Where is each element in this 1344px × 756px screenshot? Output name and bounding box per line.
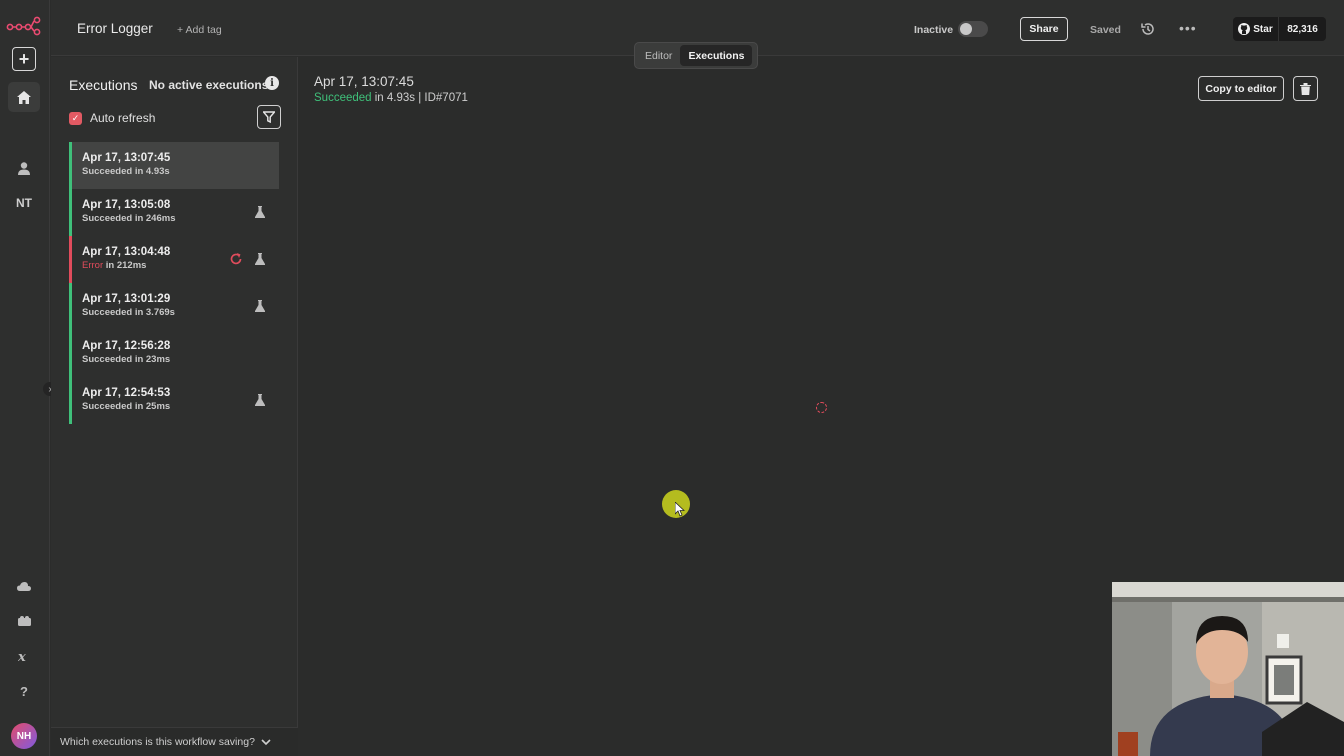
execution-detail-date: Apr 17, 13:07:45: [314, 74, 414, 89]
github-icon: [1238, 23, 1251, 35]
test-flask-icon: [255, 206, 265, 218]
github-star-button[interactable]: Star 82,316: [1233, 17, 1326, 41]
delete-execution-button[interactable]: [1293, 76, 1318, 101]
app-window: + NT › x ? NH Error Logger + Add tag Ina…: [0, 0, 1344, 756]
svg-text:x: x: [18, 650, 26, 662]
gift-icon[interactable]: [13, 610, 35, 632]
activate-toggle[interactable]: [958, 21, 988, 37]
toggle-knob: [960, 23, 972, 35]
active-status-label: Inactive: [914, 24, 954, 36]
github-star-segment[interactable]: Star: [1233, 17, 1279, 41]
view-tabs: Editor Executions: [634, 42, 758, 69]
no-active-executions-label: No active executions: [149, 78, 269, 92]
execution-item[interactable]: Apr 17, 13:07:45 Succeeded in 4.93s: [69, 142, 279, 189]
execution-status: Succeeded in 246ms: [82, 213, 176, 224]
test-flask-icon: [255, 300, 265, 312]
info-icon[interactable]: i: [265, 76, 279, 90]
execution-date: Apr 17, 12:54:53: [82, 387, 171, 399]
home-icon: [17, 90, 31, 104]
auto-refresh-control[interactable]: ✓ Auto refresh: [69, 111, 155, 125]
execution-item[interactable]: Apr 17, 12:56:28 Succeeded in 23ms: [69, 330, 279, 377]
saved-status-label: Saved: [1090, 24, 1121, 36]
history-icon[interactable]: [1140, 21, 1156, 37]
executions-panel: Executions No active executions i ✓ Auto…: [51, 57, 298, 756]
execution-date: Apr 17, 12:56:28: [82, 340, 171, 352]
copy-to-editor-button[interactable]: Copy to editor: [1198, 76, 1284, 101]
project-initials-label[interactable]: NT: [8, 196, 40, 210]
add-workflow-button[interactable]: +: [12, 47, 36, 71]
mouse-cursor-icon: [675, 502, 685, 517]
executions-title: Executions: [69, 77, 138, 93]
cloud-icon[interactable]: [13, 575, 35, 597]
avatar[interactable]: NH: [11, 723, 37, 749]
auto-refresh-label: Auto refresh: [90, 111, 156, 125]
auto-refresh-checkbox[interactable]: ✓: [69, 111, 82, 125]
more-options-icon[interactable]: •••: [1179, 20, 1197, 36]
execution-date: Apr 17, 13:01:29: [82, 293, 171, 305]
chevron-down-icon: [261, 738, 271, 745]
execution-item[interactable]: Apr 17, 12:54:53 Succeeded in 25ms: [69, 377, 279, 424]
add-tag-button[interactable]: + Add tag: [177, 24, 222, 36]
retry-icon[interactable]: [229, 252, 243, 266]
execution-date: Apr 17, 13:04:48: [82, 246, 171, 258]
execution-item[interactable]: Apr 17, 13:04:48 Error in 212ms: [69, 236, 279, 283]
filter-icon: [263, 111, 275, 123]
test-flask-icon: [255, 394, 265, 406]
execution-status: Succeeded in 3.769s: [82, 307, 175, 318]
user-icon[interactable]: [13, 157, 35, 179]
execution-item[interactable]: Apr 17, 13:05:08 Succeeded in 246ms: [69, 189, 279, 236]
execution-status: Succeeded in 23ms: [82, 354, 171, 365]
trash-icon: [1300, 82, 1311, 95]
help-icon[interactable]: ?: [13, 680, 35, 702]
loading-spinner-icon: [816, 402, 827, 413]
test-flask-icon: [255, 253, 265, 265]
presenter-video: [1112, 582, 1344, 756]
n8n-logo-icon[interactable]: [6, 14, 42, 36]
tab-executions[interactable]: Executions: [680, 45, 753, 66]
execution-status: Succeeded in 25ms: [82, 401, 171, 412]
tab-editor[interactable]: Editor: [637, 45, 680, 66]
github-star-count: 82,316: [1287, 23, 1318, 35]
filter-button[interactable]: [257, 105, 281, 129]
execution-detail-status: Succeeded in 4.93s | ID#7071: [314, 92, 468, 104]
github-star-label: Star: [1253, 23, 1273, 35]
execution-status: Succeeded in 4.93s: [82, 166, 170, 177]
home-button[interactable]: [8, 82, 40, 112]
execution-status: Error in 212ms: [82, 260, 147, 271]
saving-question-label: Which executions is this workflow saving…: [60, 736, 255, 748]
left-rail: + NT › x ? NH: [0, 0, 57, 756]
webcam-overlay: [1112, 582, 1344, 756]
execution-item[interactable]: Apr 17, 13:01:29 Succeeded in 3.769s: [69, 283, 279, 330]
share-button[interactable]: Share: [1020, 17, 1068, 41]
executions-list: Apr 17, 13:07:45 Succeeded in 4.93s Apr …: [69, 142, 279, 424]
execution-date: Apr 17, 13:07:45: [82, 152, 171, 164]
variables-icon[interactable]: x: [13, 645, 35, 667]
workflow-title[interactable]: Error Logger: [77, 21, 153, 36]
execution-date: Apr 17, 13:05:08: [82, 199, 171, 211]
saving-settings-link[interactable]: Which executions is this workflow saving…: [51, 727, 298, 756]
